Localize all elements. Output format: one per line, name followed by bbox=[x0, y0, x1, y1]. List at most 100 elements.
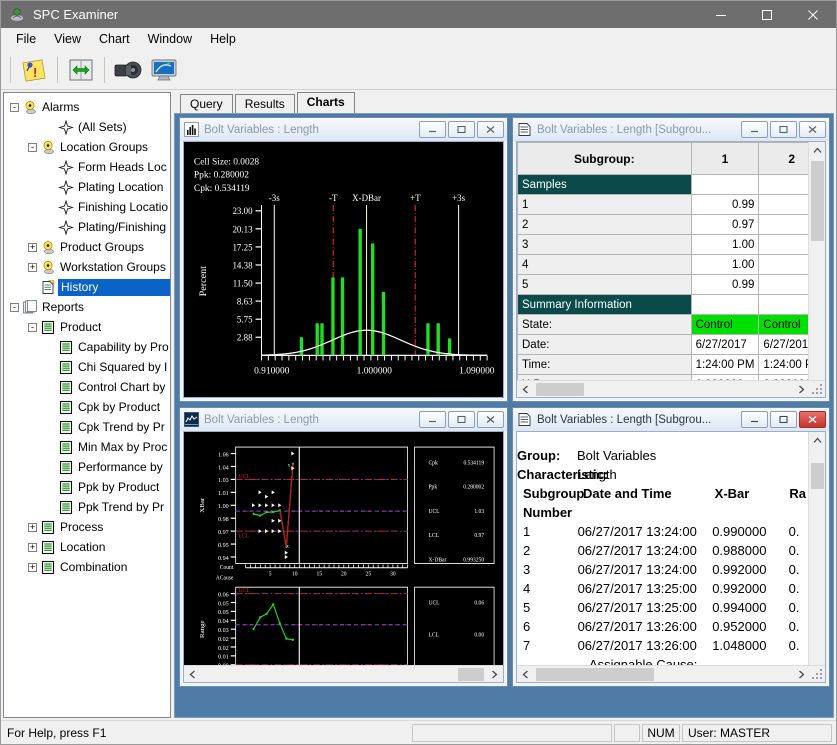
control-chart-body[interactable]: 1.061.041.031.011.000.980.970.950.94XBar… bbox=[183, 431, 504, 683]
histogram-canvas[interactable]: Cell Size: 0.0028Ppk: 0.280002Cpk: 0.534… bbox=[183, 141, 504, 398]
table-row[interactable]: 31.000 bbox=[518, 235, 825, 255]
tree-item-history[interactable]: History bbox=[4, 277, 170, 297]
close-button[interactable] bbox=[790, 1, 836, 28]
report-horizontal-scrollbar[interactable] bbox=[517, 665, 825, 682]
tree-item-product-groups[interactable]: +Product Groups bbox=[4, 237, 170, 257]
grid-scroll-thumb[interactable] bbox=[811, 161, 824, 241]
histogram-close-button[interactable] bbox=[477, 121, 504, 138]
table-row[interactable]: 20.970 bbox=[518, 215, 825, 235]
grid-window-body[interactable]: Subgroup:12Samples10.99120.97031.00041.0… bbox=[516, 141, 826, 398]
histogram-window[interactable]: Bolt Variables : Length bbox=[179, 117, 508, 402]
tree-expand-icon[interactable]: + bbox=[28, 563, 37, 572]
grid-horizontal-scrollbar[interactable] bbox=[517, 380, 825, 397]
report-window-body[interactable]: Group:Bolt VariablesCharacteristic:Lengt… bbox=[516, 431, 826, 683]
navigation-tree[interactable]: -Alarms(All Sets)-Location GroupsForm He… bbox=[4, 93, 170, 577]
grid-vertical-scrollbar[interactable] bbox=[808, 142, 825, 397]
grid-close-button[interactable] bbox=[799, 121, 826, 138]
table-row[interactable]: 50.991 bbox=[518, 275, 825, 295]
monitor-icon[interactable] bbox=[148, 54, 180, 86]
tree-collapse-icon[interactable]: - bbox=[10, 303, 19, 312]
tree-item-form-heads-loc[interactable]: Form Heads Loc bbox=[4, 157, 170, 177]
tree-collapse-icon[interactable]: - bbox=[10, 103, 19, 112]
histogram-minimize-button[interactable] bbox=[419, 121, 446, 138]
menu-item-file[interactable]: File bbox=[7, 30, 45, 48]
minimize-button[interactable] bbox=[698, 1, 744, 28]
report-viewport[interactable]: Group:Bolt VariablesCharacteristic:Lengt… bbox=[517, 432, 825, 682]
tree-item-reports[interactable]: -Reports bbox=[4, 297, 170, 317]
subgroup-table[interactable]: Subgroup:12Samples10.99120.97031.00041.0… bbox=[517, 142, 825, 397]
report-window[interactable]: Bolt Variables : Length [Subgrou... bbox=[512, 407, 830, 687]
grid-scroll-left-icon[interactable] bbox=[517, 381, 534, 398]
menu-item-help[interactable]: Help bbox=[201, 30, 245, 48]
tree-expand-icon[interactable]: + bbox=[28, 243, 37, 252]
menu-item-chart[interactable]: Chart bbox=[90, 30, 139, 48]
report-restore-button[interactable] bbox=[770, 411, 797, 428]
tree-item-product[interactable]: -Product bbox=[4, 317, 170, 337]
subgroup-grid-window[interactable]: Bolt Variables : Length [Subgrou... bbox=[512, 117, 830, 402]
table-row[interactable]: Date:6/27/20176/27/2017 bbox=[518, 335, 825, 355]
control-chart-close-button[interactable] bbox=[477, 411, 504, 428]
table-row[interactable]: Subgroup:12 bbox=[518, 143, 825, 175]
report-close-button[interactable] bbox=[799, 411, 826, 428]
control-chart-hscrollbar[interactable] bbox=[184, 665, 503, 682]
tab-charts[interactable]: Charts bbox=[297, 92, 355, 113]
tree-item-min-max-by-proc[interactable]: Min Max by Proc bbox=[4, 437, 170, 457]
maximize-button[interactable] bbox=[744, 1, 790, 28]
tree-item-ppk-by-product[interactable]: Ppk by Product bbox=[4, 477, 170, 497]
tree-item-combination[interactable]: +Combination bbox=[4, 557, 170, 577]
tree-collapse-icon[interactable]: - bbox=[28, 143, 37, 152]
tree-item-chi-squared-by-i[interactable]: Chi Squared by I bbox=[4, 357, 170, 377]
report-minimize-button[interactable] bbox=[741, 411, 768, 428]
exchange-icon[interactable] bbox=[65, 54, 97, 86]
tree-item-cpk-trend-by-pr[interactable]: Cpk Trend by Pr bbox=[4, 417, 170, 437]
control-chart-minimize-button[interactable] bbox=[419, 411, 446, 428]
table-row[interactable]: Samples bbox=[518, 175, 825, 195]
control-chart-titlebar[interactable]: Bolt Variables : Length bbox=[180, 408, 507, 431]
histogram-window-titlebar[interactable]: Bolt Variables : Length bbox=[180, 118, 507, 141]
histogram-restore-button[interactable] bbox=[448, 121, 475, 138]
report-scroll-thumb[interactable] bbox=[811, 463, 824, 489]
menu-item-window[interactable]: Window bbox=[139, 30, 201, 48]
alarms-icon[interactable]: ! bbox=[18, 54, 50, 86]
camera-icon[interactable] bbox=[112, 54, 144, 86]
tree-item-capability-by-pro[interactable]: Capability by Pro bbox=[4, 337, 170, 357]
grid-restore-button[interactable] bbox=[770, 121, 797, 138]
control-chart-restore-button[interactable] bbox=[448, 411, 475, 428]
table-row[interactable]: 41.000 bbox=[518, 255, 825, 275]
tree-expand-icon[interactable]: + bbox=[28, 523, 37, 532]
tree-item-location-groups[interactable]: -Location Groups bbox=[4, 137, 170, 157]
tree-item-performance-by[interactable]: Performance by bbox=[4, 457, 170, 477]
report-hscroll-thumb[interactable] bbox=[536, 668, 654, 681]
table-row[interactable]: 10.991 bbox=[518, 195, 825, 215]
grid-hscroll-trough[interactable] bbox=[534, 381, 793, 398]
report-vertical-scrollbar[interactable] bbox=[808, 432, 825, 682]
menu-item-view[interactable]: View bbox=[45, 30, 90, 48]
subgroup-grid-viewport[interactable]: Subgroup:12Samples10.99120.97031.00041.0… bbox=[517, 142, 825, 397]
tree-item-all-sets[interactable]: (All Sets) bbox=[4, 117, 170, 137]
grid-resize-grip[interactable] bbox=[810, 382, 824, 396]
report-window-titlebar[interactable]: Bolt Variables : Length [Subgrou... bbox=[513, 408, 829, 431]
grid-minimize-button[interactable] bbox=[741, 121, 768, 138]
tree-expand-icon[interactable]: + bbox=[28, 543, 37, 552]
tree-item-plating-location[interactable]: Plating Location bbox=[4, 177, 170, 197]
report-scroll-right-icon[interactable] bbox=[793, 666, 810, 683]
grid-hscroll-thumb[interactable] bbox=[536, 383, 584, 396]
table-row[interactable]: Time:1:24:00 PM1:24:00 P bbox=[518, 355, 825, 375]
grid-scroll-right-icon[interactable] bbox=[793, 381, 810, 398]
cc-scroll-left-icon[interactable] bbox=[184, 666, 201, 683]
tree-collapse-icon[interactable]: - bbox=[28, 323, 37, 332]
tab-results[interactable]: Results bbox=[235, 94, 295, 113]
tree-item-control-chart-by[interactable]: Control Chart by bbox=[4, 377, 170, 397]
navigation-tree-panel[interactable]: -Alarms(All Sets)-Location GroupsForm He… bbox=[3, 92, 171, 718]
cc-scroll-right-icon[interactable] bbox=[486, 666, 503, 683]
report-scroll-up-icon[interactable] bbox=[809, 432, 826, 449]
report-resize-grip[interactable] bbox=[810, 667, 824, 681]
tree-item-alarms[interactable]: -Alarms bbox=[4, 97, 170, 117]
cc-hscroll-trough[interactable] bbox=[201, 666, 486, 683]
tree-item-ppk-trend-by-pr[interactable]: Ppk Trend by Pr bbox=[4, 497, 170, 517]
tree-item-cpk-by-product[interactable]: Cpk by Product bbox=[4, 397, 170, 417]
table-row[interactable]: Summary Information bbox=[518, 295, 825, 315]
control-chart-window[interactable]: Bolt Variables : Length bbox=[179, 407, 508, 687]
cc-hscroll-thumb[interactable] bbox=[458, 668, 484, 681]
tree-item-location[interactable]: +Location bbox=[4, 537, 170, 557]
